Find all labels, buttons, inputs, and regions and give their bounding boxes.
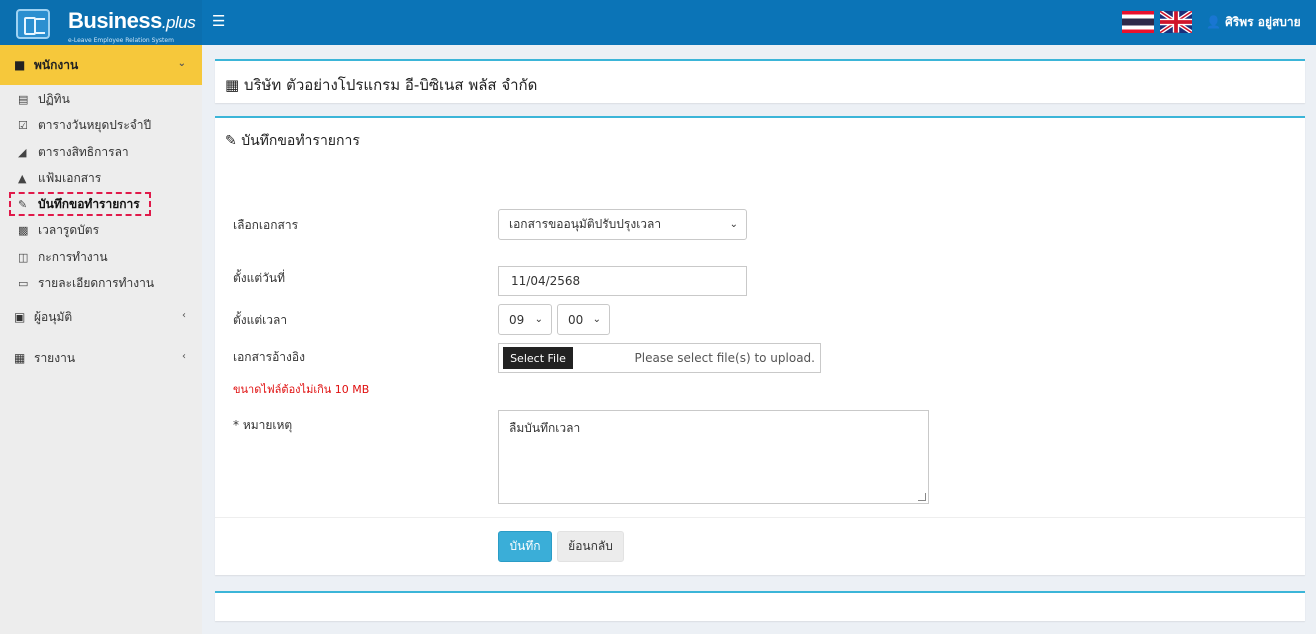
sidebar-item-transaction-request[interactable]: ✎ บันทึกขอทำรายการ — [0, 191, 202, 217]
sidebar-section-label: ผู้อนุมัติ — [34, 309, 73, 324]
remark-textarea[interactable]: ลืมบันทึกเวลา — [498, 410, 929, 504]
empty-panel — [215, 591, 1305, 621]
brand-tagline: e-Leave Employee Relation System — [68, 37, 174, 44]
card-icon: ▩ — [18, 223, 29, 237]
sidebar-item-shifts[interactable]: ◫ กะการทำงาน — [0, 244, 202, 270]
chevron-left-icon: ‹ — [182, 351, 186, 362]
form-title: ✎ บันทึกขอทำรายการ — [225, 130, 360, 152]
chevron-down-icon: ⌄ — [729, 219, 738, 230]
company-panel: ▦ บริษัท ตัวอย่างโปรแกรม อี-บิซิเนส พลัส… — [215, 59, 1305, 103]
file-upload-hint: Please select file(s) to upload. — [634, 351, 815, 365]
top-navbar: Business.plus e-Leave Employee Relation … — [0, 0, 1316, 45]
form-title-text: บันทึกขอทำรายการ — [241, 133, 360, 149]
sidebar-section-label: รายงาน — [34, 350, 76, 365]
file-size-warning: ขนาดไฟล์ต้องไม่เกิน 10 MB — [233, 383, 370, 396]
sidebar-section-label: พนักงาน — [34, 57, 79, 72]
document-label: เลือกเอกสาร — [233, 218, 299, 232]
form-divider — [215, 517, 1305, 518]
user-icon: 👤 — [1206, 15, 1221, 29]
document-select-value: เอกสารขออนุมัติปรับปรุงเวลา — [509, 217, 662, 231]
calendar-check-icon: ☑ — [18, 118, 28, 132]
brand-name: Business.plus — [68, 8, 196, 33]
brand-logo[interactable]: Business.plus e-Leave Employee Relation … — [0, 0, 202, 45]
area-chart-icon: ◢ — [18, 145, 27, 159]
time-label: ตั้งแต่เวลา — [233, 313, 288, 327]
chevron-down-icon: ⌄ — [592, 314, 601, 325]
approver-icon: ▣ — [14, 310, 26, 324]
chevron-down-icon: ⌄ — [534, 314, 543, 325]
date-label: ตั้งแต่วันที่ — [233, 271, 286, 285]
document-select[interactable]: เอกสารขออนุมัติปรับปรุงเวลา ⌄ — [498, 209, 747, 240]
sidebar-section-report[interactable]: ▦ รายงาน ‹ — [0, 338, 202, 378]
folder-icon: ▲ — [18, 171, 27, 185]
sidebar-item-documents[interactable]: ▲ แฟ้มเอกสาร — [0, 165, 202, 191]
back-button[interactable]: ย้อนกลับ — [557, 531, 624, 562]
hour-select[interactable]: 09 ⌄ — [498, 304, 552, 335]
sidebar-item-time-card[interactable]: ▩ เวลารูดบัตร — [0, 217, 202, 243]
logo-icon — [16, 9, 50, 39]
user-name: ศิริพร อยู่สบาย — [1225, 15, 1301, 29]
sidebar-item-label: บันทึกขอทำรายการ — [38, 196, 140, 211]
company-name: บริษัท ตัวอย่างโปรแกรม อี-บิซิเนส พลัส จ… — [243, 76, 538, 94]
chevron-down-icon: ⌄ — [177, 58, 186, 69]
sidebar-item-work-details[interactable]: ▭ รายละเอียดการทำงาน — [0, 270, 202, 296]
building-icon: ▦ — [225, 76, 240, 94]
hamburger-icon[interactable]: ☰ — [212, 12, 225, 30]
sidebar-item-label: แฟ้มเอกสาร — [38, 170, 102, 185]
select-file-button[interactable]: Select File — [503, 347, 573, 369]
resize-handle-icon[interactable] — [918, 493, 926, 501]
minute-select-value: 00 — [568, 312, 584, 327]
sidebar: ■ พนักงาน ⌄ ▤ ปฏิทิน ☑ ตารางวันหยุดประจำ… — [0, 45, 202, 634]
sidebar-item-label: กะการทำงาน — [38, 249, 108, 264]
minute-select[interactable]: 00 ⌄ — [557, 304, 610, 335]
chevron-left-icon: ‹ — [182, 310, 186, 321]
user-menu[interactable]: 👤 ศิริพร อยู่สบาย — [1206, 13, 1301, 32]
sidebar-item-leave-rights[interactable]: ◢ ตารางสิทธิการลา — [0, 139, 202, 165]
pencil-icon: ✎ — [225, 133, 237, 149]
sidebar-item-holidays[interactable]: ☑ ตารางวันหยุดประจำปี — [0, 112, 202, 138]
thai-flag-icon[interactable] — [1122, 11, 1154, 33]
sidebar-item-label: ตารางสิทธิการลา — [38, 144, 129, 159]
columns-icon: ◫ — [18, 250, 29, 264]
sidebar-item-label: รายละเอียดการทำงาน — [38, 275, 155, 290]
sidebar-item-calendar[interactable]: ▤ ปฏิทิน — [0, 86, 202, 112]
calendar-icon: ▤ — [18, 92, 29, 106]
remark-label: * หมายเหตุ — [233, 418, 293, 432]
sidebar-section-approver[interactable]: ▣ ผู้อนุมัติ ‹ — [0, 297, 202, 337]
report-icon: ▦ — [14, 351, 26, 365]
sidebar-section-employee[interactable]: ■ พนักงาน ⌄ — [0, 45, 202, 85]
file-upload[interactable]: Select File Please select file(s) to upl… — [498, 343, 821, 373]
monitor-icon: ▭ — [18, 276, 29, 290]
uk-flag-icon[interactable] — [1160, 11, 1192, 33]
pencil-icon: ✎ — [18, 197, 28, 211]
remark-text: ลืมบันทึกเวลา — [509, 421, 581, 435]
sidebar-item-label: เวลารูดบัตร — [38, 222, 100, 237]
sidebar-item-label: ตารางวันหยุดประจำปี — [38, 117, 152, 132]
save-button[interactable]: บันทึก — [498, 531, 552, 562]
hour-select-value: 09 — [509, 312, 525, 327]
sidebar-item-label: ปฏิทิน — [38, 91, 70, 106]
date-input[interactable]: 11/04/2568 — [498, 266, 747, 296]
page-title: ▦ บริษัท ตัวอย่างโปรแกรม อี-บิซิเนส พลัส… — [225, 73, 537, 97]
attachment-label: เอกสารอ้างอิง — [233, 350, 305, 364]
user-icon: ■ — [14, 58, 26, 72]
